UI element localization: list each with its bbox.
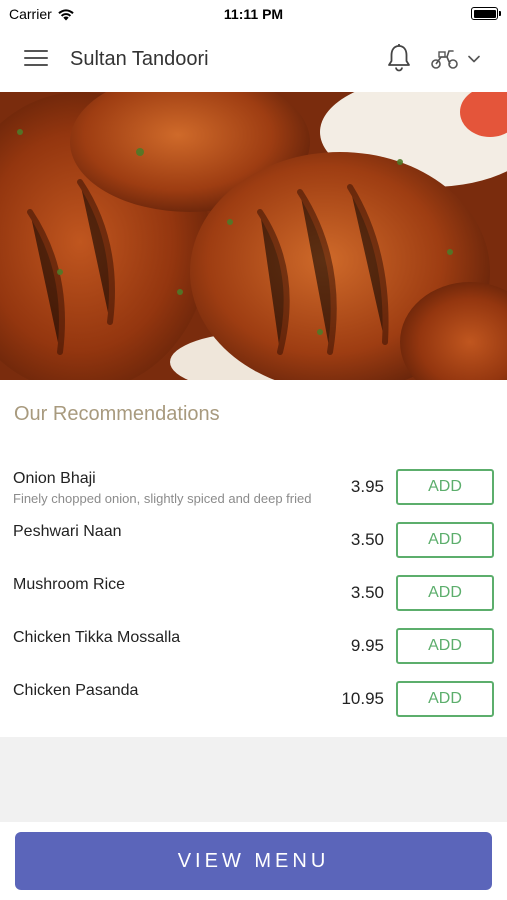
delivery-mode-selector[interactable] [430,46,492,72]
add-button[interactable]: ADD [396,469,494,505]
add-button[interactable]: ADD [396,628,494,664]
item-price: 3.95 [350,477,384,496]
scooter-icon [431,50,458,69]
item-name: Chicken Pasanda [13,682,139,699]
bottom-bar: VIEW MENU [0,822,507,900]
list-item: Onion Bhaji Finely chopped onion, slight… [0,460,507,513]
list-item: Mushroom Rice 3.50 ADD [0,566,507,619]
item-price: 3.50 [350,583,384,602]
add-button[interactable]: ADD [396,681,494,717]
status-time: 11:11 PM [223,6,284,22]
item-name: Chicken Tikka Mossalla [13,629,181,646]
status-bar: Carrier 11:11 PM [0,0,507,28]
item-price: 9.95 [350,636,384,655]
item-price: 3.50 [350,530,384,549]
list-item: Chicken Tikka Mossalla 9.95 ADD [0,619,507,672]
content-spacer [0,737,507,822]
item-name: Onion Bhaji [13,470,96,487]
app-header: Sultan Tandoori [0,28,507,92]
battery-icon [471,7,501,20]
view-menu-button[interactable]: VIEW MENU [15,832,492,890]
recommendations-list: Onion Bhaji Finely chopped onion, slight… [0,460,507,725]
item-name: Mushroom Rice [13,576,126,593]
add-button[interactable]: ADD [396,575,494,611]
list-item: Chicken Pasanda 10.95 ADD [0,672,507,725]
hamburger-menu-icon[interactable] [24,50,48,68]
item-price: 10.95 [341,689,384,708]
list-item: Peshwari Naan 3.50 ADD [0,513,507,566]
restaurant-title: Sultan Tandoori [70,48,209,70]
add-button[interactable]: ADD [396,522,494,558]
chevron-down-icon [468,55,480,63]
item-name: Peshwari Naan [13,523,122,540]
recommendations-heading: Our Recommendations [14,403,220,425]
bell-icon[interactable] [385,43,413,73]
hero-food-image [0,92,507,380]
item-description: Finely chopped onion, slightly spiced an… [13,491,312,506]
